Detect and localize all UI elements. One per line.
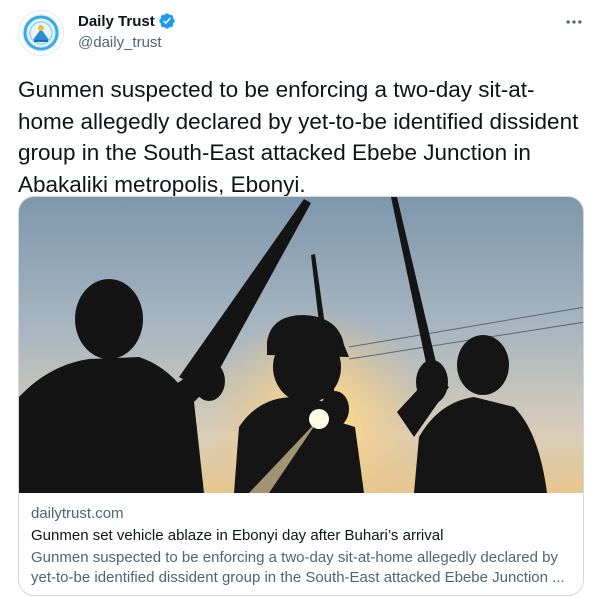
display-name[interactable]: Daily Trust <box>78 13 155 30</box>
handle[interactable]: @daily_trust <box>78 34 176 51</box>
tweet-text: Gunmen suspected to be enforcing a two-d… <box>18 77 579 197</box>
card-description: Gunmen suspected to be enforcing a two-d… <box>31 548 576 588</box>
card-title: Gunmen set vehicle ablaze in Ebonyi day … <box>31 527 444 544</box>
more-horizontal-icon <box>566 20 582 24</box>
author-block: Daily Trust @daily_trust <box>78 11 176 51</box>
link-card[interactable]: dailytrust.com Gunmen set vehicle ablaze… <box>18 196 584 596</box>
card-image[interactable] <box>19 197 583 493</box>
card-description-line-1: Gunmen suspected to be enforcing a two-d… <box>31 549 558 566</box>
more-options-button[interactable] <box>560 8 588 36</box>
card-body: dailytrust.com Gunmen set vehicle ablaze… <box>31 504 576 588</box>
avatar[interactable] <box>18 10 64 56</box>
verified-badge-icon <box>159 13 175 29</box>
armed-silhouettes-sunset-photo-icon <box>19 197 583 493</box>
daily-trust-logo-icon <box>22 14 60 52</box>
tweet: Daily Trust @daily_trust Gunmen suspecte… <box>0 0 609 597</box>
card-domain: dailytrust.com <box>31 505 124 522</box>
card-description-line-2: yet-to-be identified dissident group in … <box>31 569 565 586</box>
